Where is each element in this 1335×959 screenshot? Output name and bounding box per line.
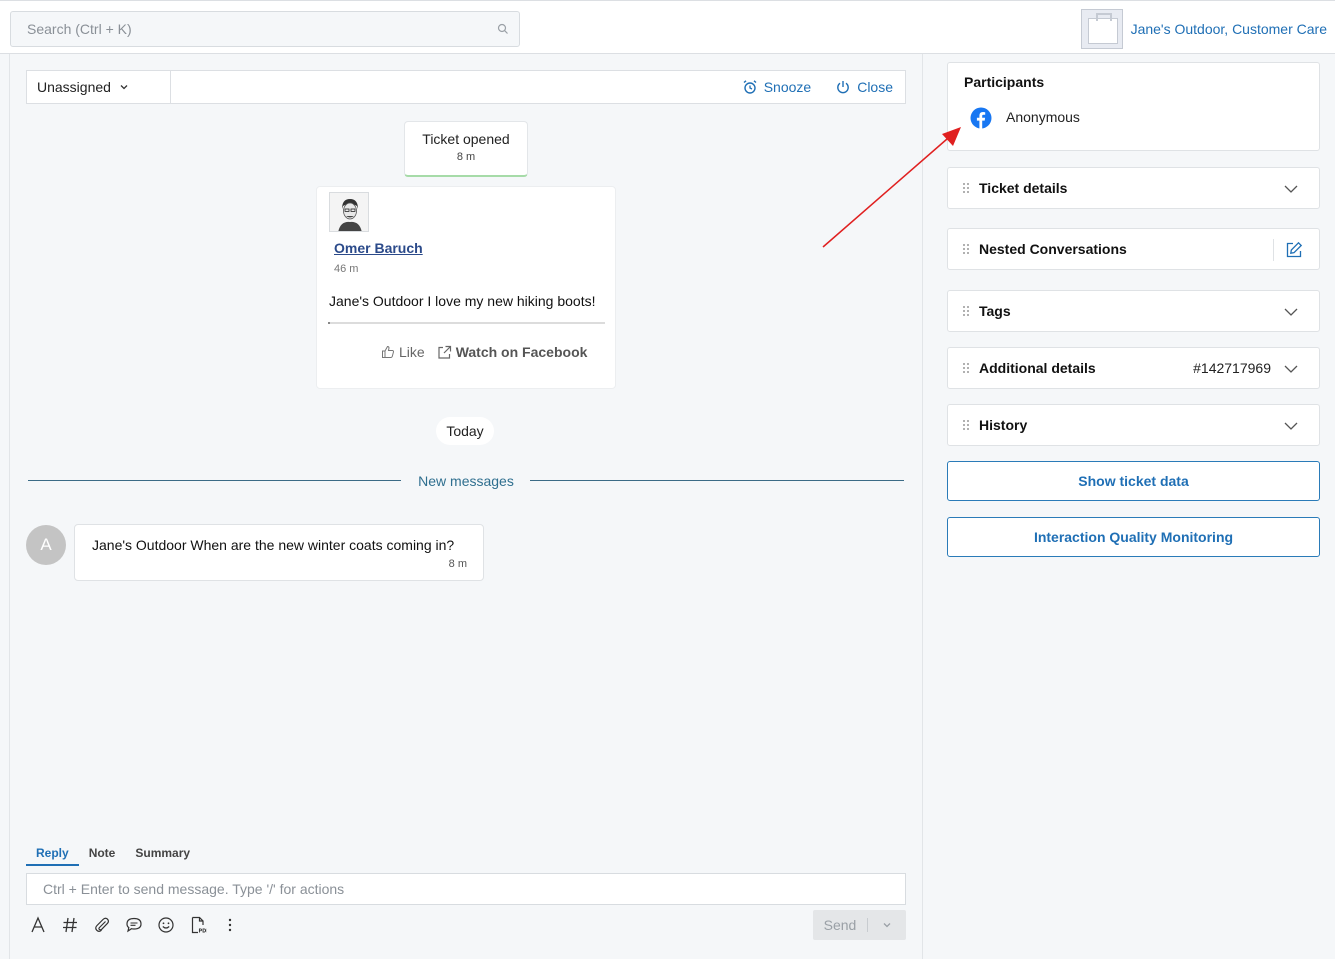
close-label: Close (857, 79, 893, 95)
history-section[interactable]: History (947, 404, 1320, 446)
new-messages-divider: New messages (28, 472, 904, 490)
tags-section[interactable]: Tags (947, 290, 1320, 332)
customer-message: Jane's Outdoor When are the new winter c… (74, 524, 484, 581)
tags-title: Tags (979, 303, 1011, 319)
drag-handle-icon[interactable] (962, 243, 970, 255)
brand-account[interactable]: Jane's Outdoor, Customer Care (1080, 9, 1327, 49)
post-time: 46 m (334, 263, 359, 275)
facebook-icon (970, 107, 992, 129)
post-author-link[interactable]: Omer Baruch (334, 240, 423, 256)
message-text: Jane's Outdoor When are the new winter c… (92, 537, 455, 553)
send-button[interactable]: Send (813, 910, 906, 940)
composer-toolbar: PDF (28, 914, 240, 936)
additional-details-section[interactable]: Additional details #142717969 (947, 347, 1320, 389)
nested-conversations-section[interactable]: Nested Conversations (947, 228, 1320, 270)
brand-name: Jane's Outdoor, Customer Care (1130, 21, 1327, 37)
message-time: 8 m (448, 558, 467, 570)
emoji-icon[interactable] (156, 914, 176, 936)
watch-label: Watch on Facebook (455, 344, 588, 360)
reply-placeholder: Ctrl + Enter to send message. Type '/' f… (43, 881, 345, 897)
participants-card: Participants Anonymous (947, 62, 1320, 151)
assignee-value: Unassigned (37, 79, 111, 95)
snooze-button[interactable]: Snooze (742, 79, 811, 95)
assignee-dropdown[interactable]: Unassigned (27, 71, 171, 103)
ticket-opened-event: Ticket opened 8 m (404, 121, 528, 177)
section-separator (1273, 239, 1274, 261)
thumbs-up-icon (382, 345, 394, 358)
customer-avatar: A (26, 525, 66, 565)
drag-handle-icon[interactable] (962, 182, 970, 194)
like-button[interactable]: Like (381, 344, 425, 360)
canned-response-icon[interactable] (124, 914, 144, 936)
tab-summary[interactable]: Summary (125, 845, 200, 866)
author-avatar[interactable] (329, 192, 369, 232)
edit-icon[interactable] (1285, 241, 1303, 259)
snooze-label: Snooze (763, 79, 812, 95)
divider-line-left (28, 480, 401, 481)
like-label: Like (399, 344, 425, 360)
send-label: Send (813, 918, 868, 932)
more-icon[interactable] (220, 914, 240, 936)
chevron-down-icon[interactable] (1283, 362, 1299, 376)
person-avatar-icon (330, 193, 368, 231)
chevron-down-icon[interactable] (1283, 182, 1299, 196)
nested-conversations-title: Nested Conversations (979, 241, 1127, 257)
svg-text:PDF: PDF (199, 929, 208, 935)
power-icon (837, 81, 850, 94)
ticket-details-section[interactable]: Ticket details (947, 167, 1320, 209)
facebook-post-card: Omer Baruch 46 m Jane's Outdoor I love m… (316, 186, 616, 389)
chevron-down-icon[interactable] (1283, 419, 1299, 433)
ticket-opened-label: Ticket opened (422, 131, 510, 147)
search-input[interactable]: Search (Ctrl + K) (10, 11, 520, 47)
history-title: History (979, 417, 1028, 433)
ticket-details-title: Ticket details (979, 180, 1068, 196)
tab-note[interactable]: Note (79, 845, 126, 866)
additional-details-title: Additional details (979, 360, 1096, 376)
new-messages-label: New messages (418, 473, 514, 489)
send-options-chevron-icon[interactable] (868, 921, 906, 929)
attachment-icon[interactable] (92, 914, 112, 936)
tab-reply[interactable]: Reply (26, 845, 79, 866)
participants-title: Participants (964, 74, 1045, 90)
left-border (9, 54, 10, 959)
panel-divider (922, 54, 923, 959)
post-text: Jane's Outdoor I love my new hiking boot… (329, 293, 596, 309)
chevron-down-icon[interactable] (1283, 305, 1299, 319)
date-separator: Today (436, 417, 494, 445)
composer-tabs: Reply Note Summary (26, 845, 200, 866)
chevron-down-icon (120, 85, 128, 90)
search-placeholder: Search (Ctrl + K) (27, 21, 132, 37)
reply-input[interactable]: Ctrl + Enter to send message. Type '/' f… (26, 873, 906, 905)
hashtag-icon[interactable] (60, 914, 80, 936)
divider-line-right (530, 480, 904, 481)
ticket-opened-time: 8 m (456, 151, 476, 163)
ticket-id: #142717969 (1193, 360, 1271, 376)
search-icon (497, 23, 508, 34)
alarm-clock-icon (743, 80, 757, 94)
close-ticket-button[interactable]: Close (835, 79, 893, 95)
show-ticket-data-button[interactable]: Show ticket data (947, 461, 1320, 501)
participant-name[interactable]: Anonymous (1006, 109, 1080, 125)
brand-logo (1080, 9, 1123, 49)
ticket-toolbar: Unassigned Snooze Close (26, 70, 906, 104)
top-bar: Search (Ctrl + K) Jane's Outdoor, Custom… (0, 0, 1335, 54)
pdf-icon[interactable]: PDF (188, 914, 208, 936)
interaction-quality-monitoring-button[interactable]: Interaction Quality Monitoring (947, 517, 1320, 557)
external-link-icon (438, 345, 451, 359)
drag-handle-icon[interactable] (962, 362, 970, 374)
watch-on-facebook-link[interactable]: Watch on Facebook (437, 344, 588, 360)
post-divider (328, 322, 605, 324)
drag-handle-icon[interactable] (962, 305, 970, 317)
drag-handle-icon[interactable] (962, 419, 970, 431)
text-format-icon[interactable] (28, 914, 48, 936)
